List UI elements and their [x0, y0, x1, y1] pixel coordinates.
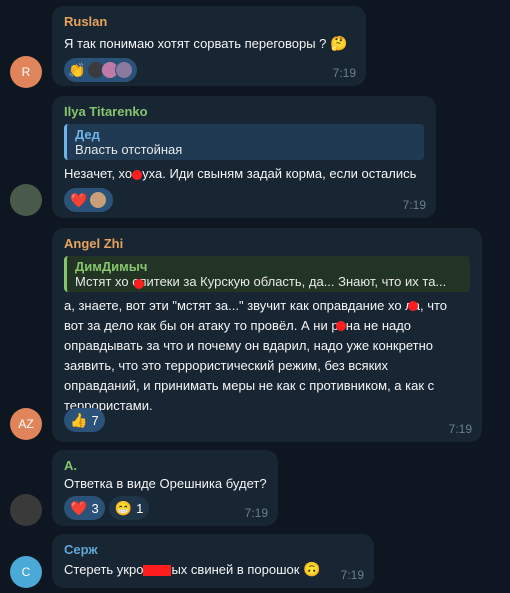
reaction-count: 1	[136, 500, 144, 516]
thinking-emoji: 🤔	[330, 35, 348, 51]
quote-text: Мстят хо опитеки за Курскую область, да.…	[75, 274, 447, 289]
sender-name[interactable]: A.	[64, 458, 77, 473]
sender-name[interactable]: Ilya Titarenko	[64, 104, 148, 119]
message-time: 7:19	[244, 506, 268, 520]
message-time: 7:19	[340, 568, 364, 582]
message-text: а, знаете, вот эти "мстят за..." звучит …	[64, 296, 447, 416]
text-line: а, знаете, вот эти "мстят за..." звучит …	[64, 298, 448, 313]
message-time: 7:19	[402, 198, 426, 212]
reactor-avatar	[115, 61, 134, 79]
upside-down-emoji: 🙃	[303, 561, 321, 577]
clap-emoji: 👏	[68, 62, 86, 78]
message-bubble[interactable]: Ruslan Я так понимаю хотят сорвать перег…	[52, 6, 366, 86]
message-time: 7:19	[332, 66, 356, 80]
heart-emoji: ❤️	[70, 500, 88, 516]
reaction-count: 7	[91, 412, 99, 428]
message-bubble[interactable]: Angel Zhi ДимДимыч Мстят хо опитеки за К…	[52, 228, 482, 442]
avatar-serzh[interactable]: С	[10, 556, 42, 588]
reaction-count: 3	[91, 500, 99, 516]
avatar-ruslan[interactable]: R	[10, 56, 42, 88]
message-bubble[interactable]: Серж Стереть укро ых свиней в порошок 🙃 7…	[52, 534, 374, 588]
reaction-heart[interactable]: ❤️ 3	[64, 496, 105, 520]
message-text: Стереть укро ых свиней в порошок 🙃	[64, 561, 321, 577]
reactions-bar: ❤️ 3 😁 1	[64, 496, 150, 520]
reactions-bar: ❤️	[64, 188, 114, 212]
message-bubble[interactable]: A. Ответка в виде Орешника будет? ❤️ 3 😁…	[52, 450, 278, 526]
message-time: 7:19	[448, 422, 472, 436]
text-line: вот за дело как бы он атаку то провёл. А…	[64, 318, 412, 333]
sender-name[interactable]: Ruslan	[64, 14, 107, 29]
sender-name[interactable]: Серж	[64, 542, 98, 557]
reply-quote[interactable]: Дед Власть отстойная	[64, 124, 424, 160]
redaction-mark	[336, 321, 346, 331]
message-text: Ответка в виде Орешника будет?	[64, 476, 267, 491]
avatar-angel[interactable]: AZ	[10, 408, 42, 440]
reactions-bar: 👍 7	[64, 408, 105, 432]
redaction-mark	[134, 279, 144, 289]
reaction-heart[interactable]: ❤️	[64, 188, 114, 212]
text-line: заявить, что это террористический режим,…	[64, 358, 389, 373]
reactions-bar: 👏	[64, 58, 138, 82]
message-text: Незачет, хо уха. Иди свыням задай корма, …	[64, 166, 417, 181]
avatar-ilya[interactable]	[10, 184, 42, 216]
sender-name[interactable]: Angel Zhi	[64, 236, 123, 251]
reaction-avatars[interactable]: 👏	[64, 58, 138, 82]
redaction-mark	[132, 169, 143, 180]
text-line: оправданий, и принимать меры не как с пр…	[64, 378, 435, 393]
message-bubble[interactable]: Ilya Titarenko Дед Власть отстойная Неза…	[52, 96, 436, 218]
message-text: Я так понимаю хотят сорвать переговоры ?…	[64, 35, 348, 51]
redaction-block	[143, 565, 172, 577]
redaction-mark	[408, 301, 418, 311]
text-line: оправдывать за что и почему он вдарил, н…	[64, 338, 433, 353]
grin-emoji: 😁	[114, 500, 133, 516]
thumbs-up-emoji: 👍	[70, 412, 88, 428]
quote-text: Власть отстойная	[75, 142, 183, 157]
heart-emoji: ❤️	[70, 192, 88, 208]
reaction-thumbs-up[interactable]: 👍 7	[64, 408, 105, 432]
reply-quote[interactable]: ДимДимыч Мстят хо опитеки за Курскую обл…	[64, 256, 470, 292]
reactor-avatar	[89, 191, 108, 209]
avatar-a[interactable]	[10, 494, 42, 526]
reaction-grin[interactable]: 😁 1	[108, 496, 150, 520]
quote-author: ДимДимыч	[75, 259, 148, 274]
text-line: террористами.	[64, 398, 153, 413]
quote-author: Дед	[75, 127, 100, 142]
